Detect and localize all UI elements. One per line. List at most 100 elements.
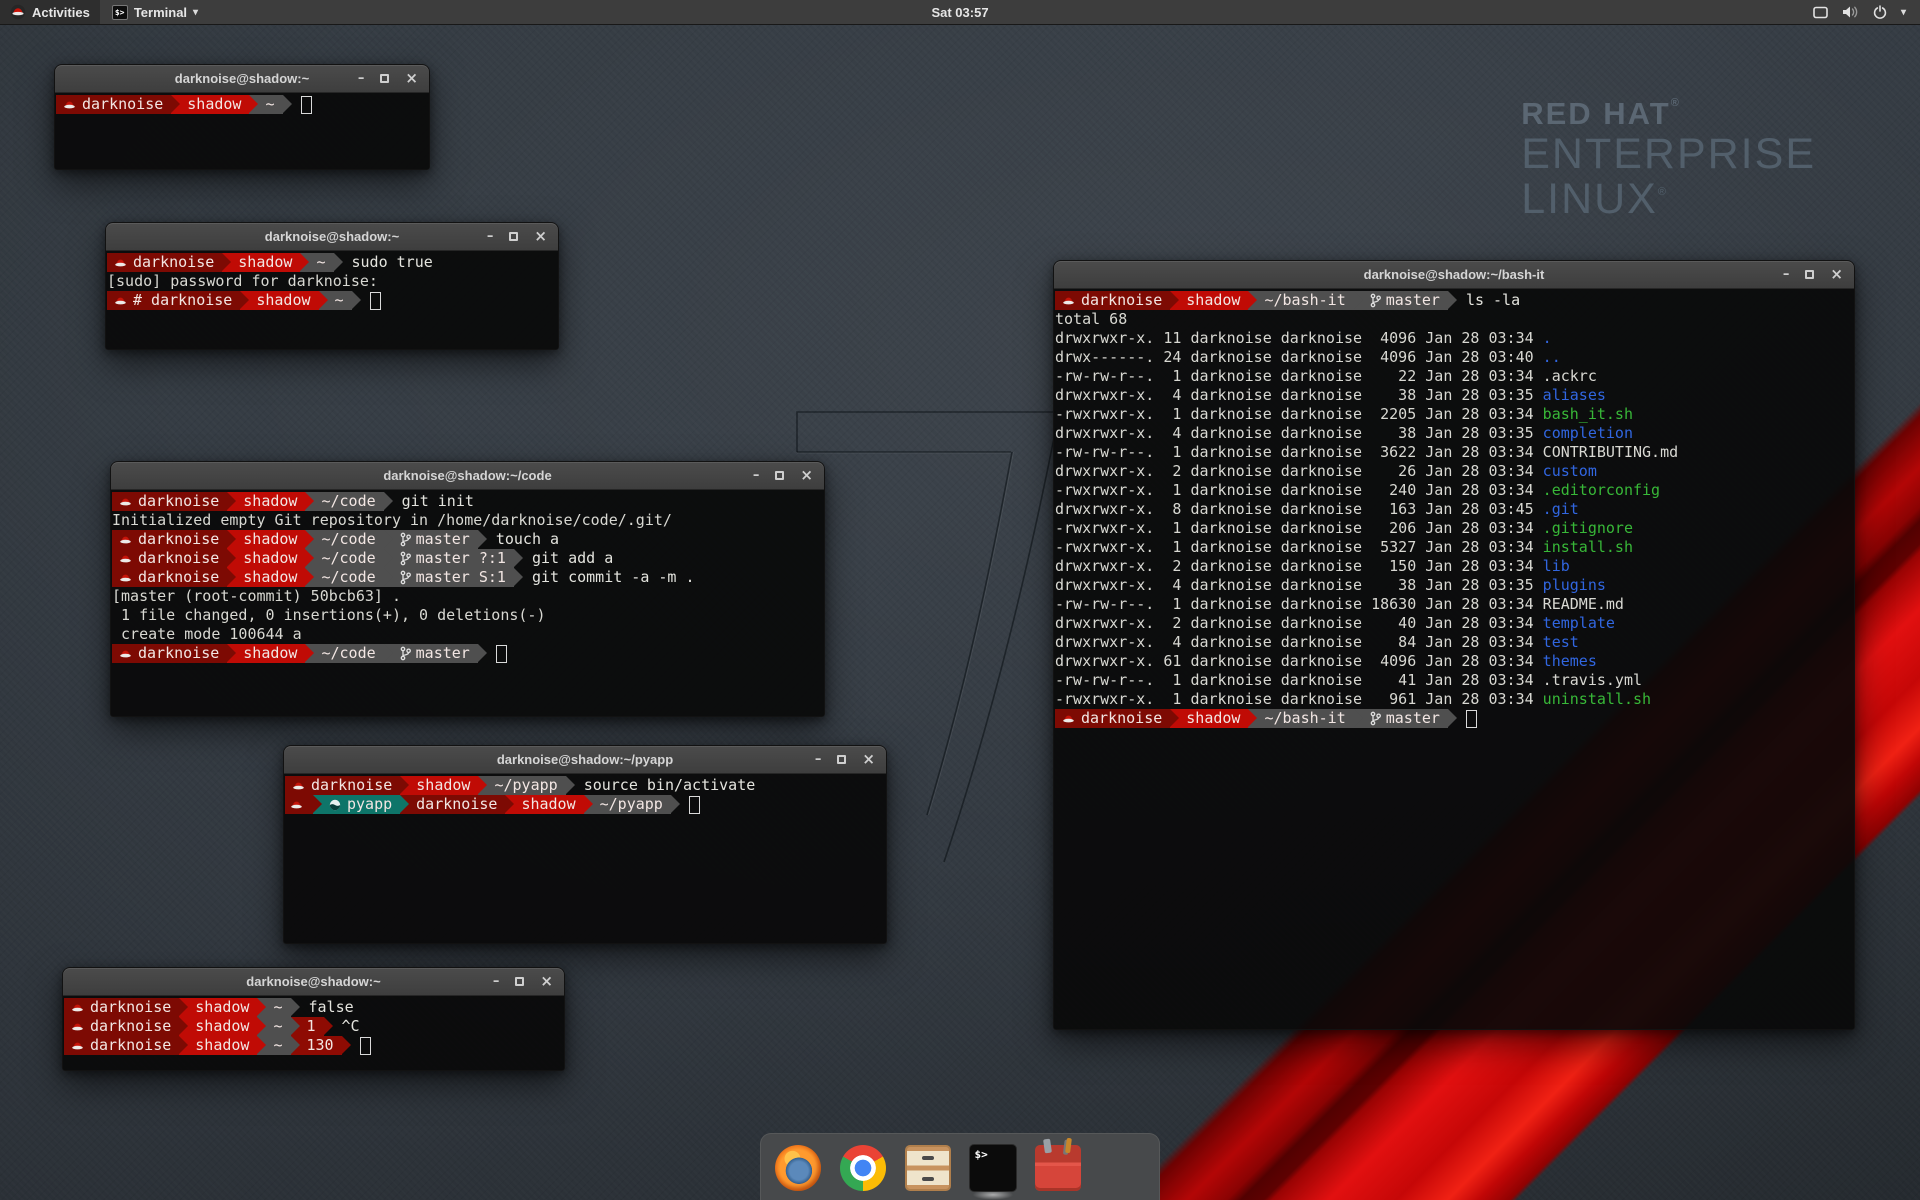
command-text: sudo true	[352, 253, 433, 272]
minimize-button[interactable]: –	[487, 223, 494, 250]
window-titlebar[interactable]: darknoise@shadow:~/code– ×	[111, 462, 824, 490]
terminal-window: darknoise@shadow:~/code–×darknoiseshadow…	[110, 461, 825, 717]
close-button[interactable]: ×	[534, 223, 547, 250]
maximize-button[interactable]	[837, 755, 846, 764]
powerline-separator-icon	[384, 644, 393, 663]
file-name: uninstall.sh	[1543, 690, 1651, 708]
dock-item-toolbox[interactable]	[1035, 1145, 1081, 1191]
output-text: -rwxrwxr-x. 1 darknoise darknoise 5327 J…	[1055, 538, 1543, 556]
screen-icon	[1813, 6, 1828, 19]
redhat-icon	[119, 648, 132, 659]
powerline-separator-icon	[1248, 291, 1257, 310]
terminal-content[interactable]: darknoiseshadow~sudo true[sudo] password…	[106, 251, 558, 349]
powerline-separator-icon	[1448, 291, 1457, 310]
powerline-separator-icon	[305, 530, 314, 549]
maximize-button[interactable]	[775, 471, 784, 480]
maximize-button[interactable]	[515, 977, 524, 986]
powerline-segment: shadow	[236, 568, 305, 587]
output-text: -rwxrwxr-x. 1 darknoise darknoise 961 Ja…	[1055, 690, 1543, 708]
powerline-separator-icon	[257, 998, 266, 1017]
output-text: drwx------. 24 darknoise darknoise 4096 …	[1055, 348, 1543, 366]
minimize-button[interactable]: –	[358, 65, 365, 92]
app-menu[interactable]: $> Terminal ▾	[100, 0, 210, 24]
powerline-separator-icon	[384, 492, 393, 511]
system-status-area[interactable]: ▾	[1799, 0, 1920, 24]
clock-label[interactable]: Sat 03:57	[931, 5, 988, 20]
output-text: -rwxrwxr-x. 1 darknoise darknoise 206 Ja…	[1055, 519, 1543, 537]
powerline-segment: shadow	[236, 549, 305, 568]
terminal-output-line: 1 file changed, 0 insertions(+), 0 delet…	[112, 606, 824, 625]
brand-line1: RED HAT	[1521, 96, 1670, 131]
python-icon	[329, 799, 341, 811]
powerline-segment: darknoise	[285, 776, 400, 795]
terminal-content[interactable]: darknoiseshadow~falsedarknoiseshadow~1^C…	[63, 996, 564, 1070]
window-titlebar[interactable]: darknoise@shadow:~/pyapp–×	[284, 746, 886, 774]
close-button[interactable]: ×	[405, 65, 418, 92]
dock-item-terminal[interactable]	[970, 1145, 1016, 1191]
command-text: git commit -a -m .	[532, 568, 695, 587]
powerline-separator-icon	[1170, 291, 1179, 310]
powerline-separator-icon	[478, 530, 487, 549]
file-name: bash_it.sh	[1543, 405, 1633, 423]
output-text: README.md	[1543, 595, 1624, 613]
rhel-logo: RED HAT® ENTERPRISE LINUX®	[1521, 96, 1816, 222]
terminal-output-line: drwxrwxr-x. 4 darknoise darknoise 38 Jan…	[1055, 424, 1854, 443]
close-button[interactable]: ×	[800, 462, 813, 489]
window-titlebar[interactable]: darknoise@shadow:~–×	[55, 65, 429, 93]
powerline-separator-icon	[342, 1036, 351, 1055]
redhat-distro-icon	[10, 4, 26, 20]
terminal-output-line: -rw-rw-r--. 1 darknoise darknoise 18630 …	[1055, 595, 1854, 614]
minimize-button[interactable]: –	[1783, 261, 1790, 288]
terminal-output-line: -rw-rw-r--. 1 darknoise darknoise 41 Jan…	[1055, 671, 1854, 690]
powerline-segment: ~/pyapp	[593, 795, 671, 814]
terminal-prompt-line: darknoiseshadow~/codemaster S:1git commi…	[112, 568, 824, 587]
output-text: .travis.yml	[1543, 671, 1642, 689]
terminal-window: darknoise@shadow:~/pyapp–×darknoiseshado…	[283, 745, 887, 944]
dock-item-files[interactable]	[905, 1145, 951, 1191]
dock-item-chrome[interactable]	[840, 1145, 886, 1191]
powerline-segment: ~/pyapp	[487, 776, 565, 795]
terminal-content[interactable]: darknoiseshadow~/bash-itmasterls -latota…	[1054, 289, 1854, 1029]
command-text: touch a	[496, 530, 559, 549]
terminal-window: darknoise@shadow:~/bash-it– ×darknoisesha…	[1053, 260, 1855, 1030]
output-text: -rw-rw-r--. 1 darknoise darknoise 41 Jan…	[1055, 671, 1543, 689]
terminal-content[interactable]: darknoiseshadow~/codegit initInitialized…	[111, 490, 824, 716]
window-titlebar[interactable]: darknoise@shadow:~–×	[63, 968, 564, 996]
powerline-separator-icon	[566, 776, 575, 795]
terminal-output-line: -rwxrwxr-x. 1 darknoise darknoise 961 Ja…	[1055, 690, 1854, 709]
activities-button[interactable]: Activities	[0, 0, 100, 24]
dock-item-app-grid[interactable]	[1100, 1145, 1146, 1191]
minimize-button[interactable]: –	[493, 968, 500, 995]
powerline-separator-icon	[227, 492, 236, 511]
powerline-segment: ~/bash-it	[1257, 291, 1353, 310]
redhat-icon	[114, 295, 127, 306]
window-titlebar[interactable]: darknoise@shadow:~/bash-it– ×	[1054, 261, 1854, 289]
output-text: .ackrc	[1543, 367, 1597, 385]
terminal-output-line: [master (root-commit) 50bcb63] .	[112, 587, 824, 606]
minimize-button[interactable]: –	[815, 746, 822, 773]
maximize-button[interactable]	[509, 232, 518, 241]
powerline-segment: ~	[266, 998, 290, 1017]
powerline-separator-icon	[171, 95, 180, 114]
powerline-segment: shadow	[188, 1017, 257, 1036]
output-text: drwxrwxr-x. 4 darknoise darknoise 38 Jan…	[1055, 386, 1543, 404]
minimize-button[interactable]: –	[753, 462, 760, 489]
maximize-button[interactable]	[1805, 270, 1814, 279]
window-title: darknoise@shadow:~/code	[111, 468, 824, 483]
dock-item-firefox[interactable]	[775, 1145, 821, 1191]
output-text: -rw-rw-r--. 1 darknoise darknoise 22 Jan…	[1055, 367, 1543, 385]
window-titlebar[interactable]: darknoise@shadow:~–×	[106, 223, 558, 251]
powerline-separator-icon	[1448, 709, 1457, 728]
close-button[interactable]: ×	[1830, 261, 1843, 288]
powerline-segment: shadow	[514, 795, 583, 814]
output-text: [sudo] password for darknoise:	[107, 272, 378, 290]
terminal-content[interactable]: darknoiseshadow~	[55, 93, 429, 169]
terminal-content[interactable]: darknoiseshadow~/pyappsource bin/activat…	[284, 774, 886, 943]
window-title: darknoise@shadow:~/bash-it	[1054, 267, 1854, 282]
powerline-separator-icon	[478, 644, 487, 663]
close-button[interactable]: ×	[540, 968, 553, 995]
file-name: aliases	[1543, 386, 1606, 404]
close-button[interactable]: ×	[862, 746, 875, 773]
maximize-button[interactable]	[380, 74, 389, 83]
redhat-icon	[71, 1021, 84, 1032]
